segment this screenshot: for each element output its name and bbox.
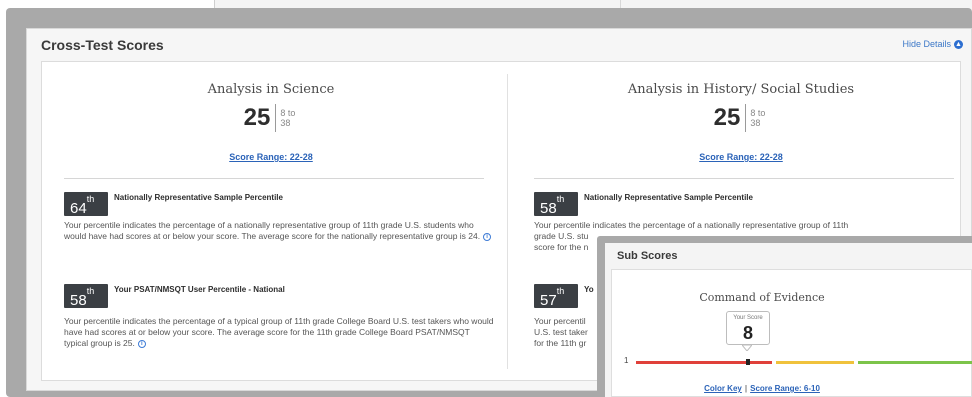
percentile-suffix: th xyxy=(556,194,565,204)
sub-scores-title: Sub Scores xyxy=(617,250,678,262)
hide-details-button[interactable]: Hide Details ▲ xyxy=(902,39,963,49)
percentile-description-line: Your percentile indicates the percentage… xyxy=(534,220,849,230)
percentile-badge: 57th xyxy=(534,284,578,309)
divider xyxy=(64,178,484,179)
score-range-link[interactable]: Score Range: 22-28 xyxy=(42,152,500,162)
callout-pointer-icon xyxy=(742,345,752,351)
test-column-science: Analysis in Science 25 8 to 38 Score Ran… xyxy=(42,62,500,380)
color-key-link[interactable]: Color Key xyxy=(704,384,742,393)
percentile-label: Nationally Representative Sample Percent… xyxy=(114,193,283,202)
percentile-description: Your percentile indicates the percentage… xyxy=(64,316,494,349)
percentile-suffix: th xyxy=(556,286,565,296)
percentile-value: 64 xyxy=(70,200,87,217)
score-range-link[interactable]: Score Range: 6-10 xyxy=(750,384,820,393)
range-bar-low xyxy=(636,361,772,364)
percentile-badge: 58th xyxy=(64,284,108,309)
your-score-callout: Your Score 8 xyxy=(726,311,770,345)
percentile-description-line: for the 11th gr xyxy=(534,338,587,348)
percentile-description-line: U.S. test taker xyxy=(534,327,588,337)
score-value: 25 xyxy=(244,104,277,132)
card-header: Cross-Test Scores Hide Details ▲ xyxy=(27,29,972,59)
range-bar-high xyxy=(858,361,972,364)
score-display: 25 8 to 38 xyxy=(42,104,500,132)
percentile-value: 57 xyxy=(540,292,557,309)
divider xyxy=(534,178,954,179)
your-score-value: 8 xyxy=(742,323,753,343)
link-separator: | xyxy=(744,384,748,393)
card-title: Cross-Test Scores xyxy=(41,37,164,53)
scale-high: 38 xyxy=(750,118,761,128)
chevron-up-icon: ▲ xyxy=(954,39,963,49)
score-scale: 8 to 38 xyxy=(276,108,298,128)
percentile-description-text: Your percentile indicates the percentage… xyxy=(64,316,494,348)
scale-low: 8 to xyxy=(280,108,296,118)
percentile-description-line: grade U.S. stu xyxy=(534,231,589,241)
score-range-link[interactable]: Score Range: 22-28 xyxy=(512,152,970,162)
sub-scores-panel: Sub Scores Command of Evidence Your Scor… xyxy=(597,236,972,397)
your-score-label: Your Score xyxy=(733,315,763,321)
test-title: Analysis in History/ Social Studies xyxy=(627,82,855,97)
scale-min-label: 1 xyxy=(624,356,629,365)
info-icon[interactable]: i xyxy=(137,339,146,348)
percentile-value: 58 xyxy=(540,200,557,217)
percentile-label: Your PSAT/NMSQT User Percentile - Nation… xyxy=(114,285,285,294)
range-bar-mid xyxy=(776,361,854,364)
percentile-description-line: Your percentil xyxy=(534,316,586,326)
score-value: 25 xyxy=(714,104,747,132)
percentile-description-line: score for the n xyxy=(534,242,589,252)
percentile-value: 58 xyxy=(70,292,87,309)
score-marker xyxy=(746,359,750,365)
sub-score-card: Command of Evidence Your Score 8 1 Color… xyxy=(611,269,972,397)
column-divider xyxy=(507,74,508,369)
score-scale: 8 to 38 xyxy=(746,108,768,128)
percentile-description-text: Your percentile indicates the percentage… xyxy=(64,220,481,241)
percentile-badge: 64th xyxy=(64,192,108,217)
percentile-label: Yo xyxy=(584,285,594,294)
percentile-suffix: th xyxy=(86,194,95,204)
percentile-suffix: th xyxy=(86,286,95,296)
percentile-label: Nationally Representative Sample Percent… xyxy=(584,193,753,202)
info-icon[interactable]: i xyxy=(483,232,492,241)
sub-score-links: Color Key | Score Range: 6-10 xyxy=(612,384,912,393)
scale-low: 8 to xyxy=(750,108,766,118)
scale-high: 38 xyxy=(280,118,291,128)
percentile-description: Your percentile indicates the percentage… xyxy=(64,220,494,242)
sub-score-title: Command of Evidence xyxy=(699,291,825,304)
score-display: 25 8 to 38 xyxy=(512,104,970,132)
test-title: Analysis in Science xyxy=(207,82,335,97)
percentile-badge: 58th xyxy=(534,192,578,217)
sub-scores-window: Sub Scores Command of Evidence Your Scor… xyxy=(605,243,972,397)
hide-details-label: Hide Details xyxy=(902,39,951,49)
